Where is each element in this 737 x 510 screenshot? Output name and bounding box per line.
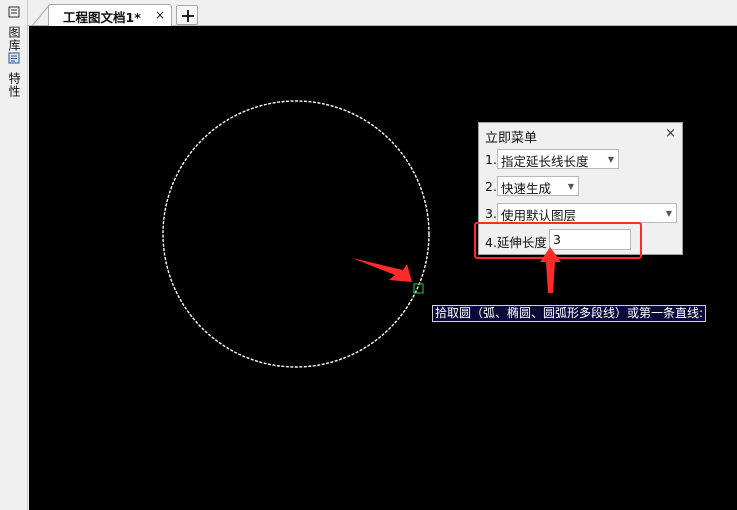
generate-mode-dropdown[interactable]: 快速生成 ▼ bbox=[497, 176, 579, 196]
properties-icon bbox=[8, 52, 20, 64]
row-number: 3. bbox=[485, 206, 497, 221]
row-number: 2. bbox=[485, 179, 497, 194]
plus-icon bbox=[182, 10, 194, 22]
left-dock-panel: 图库 特性 bbox=[0, 0, 28, 510]
document-tab[interactable]: 工程图文档1* × bbox=[48, 4, 172, 27]
drawing-canvas[interactable] bbox=[29, 26, 737, 510]
sidebar-item-label: 图库 bbox=[7, 25, 21, 52]
tab-close-icon[interactable]: × bbox=[155, 8, 165, 22]
app-window: 工程图文档1* × 图库 特性 立即菜单 × 1. 指定延长线长度 ▼ 2. 快… bbox=[0, 0, 737, 510]
canvas-scene bbox=[162, 100, 430, 368]
dropdown-arrow-icon: ▼ bbox=[665, 209, 672, 218]
new-tab-button[interactable] bbox=[176, 5, 198, 25]
extend-mode-dropdown[interactable]: 指定延长线长度 ▼ bbox=[497, 149, 619, 169]
sidebar-item-properties[interactable]: 特性 bbox=[5, 52, 23, 98]
sidebar-item-library[interactable]: 图库 bbox=[5, 6, 23, 52]
sidebar-item-label: 特性 bbox=[7, 71, 21, 98]
annotation-highlight-box bbox=[474, 222, 642, 259]
document-tab-bar: 工程图文档1* × bbox=[0, 0, 737, 27]
layer-mode-dropdown[interactable]: 使用默认图层 ▼ bbox=[497, 203, 677, 223]
document-tab-label: 工程图文档1* bbox=[63, 10, 141, 25]
dropdown-arrow-icon: ▼ bbox=[607, 155, 614, 164]
immediate-menu-title: 立即菜单 bbox=[485, 131, 538, 146]
library-icon bbox=[8, 6, 20, 18]
selected-circle[interactable] bbox=[162, 100, 430, 368]
dropdown-value: 快速生成 bbox=[501, 181, 552, 196]
dropdown-value: 指定延长线长度 bbox=[501, 154, 589, 169]
command-prompt-tooltip: 拾取圆（弧、椭圆、圆弧形多段线）或第一条直线: bbox=[432, 305, 707, 322]
dropdown-value: 使用默认图层 bbox=[501, 208, 577, 223]
row-number: 1. bbox=[485, 152, 497, 167]
dropdown-arrow-icon: ▼ bbox=[567, 182, 574, 191]
panel-close-icon[interactable]: × bbox=[665, 126, 676, 141]
